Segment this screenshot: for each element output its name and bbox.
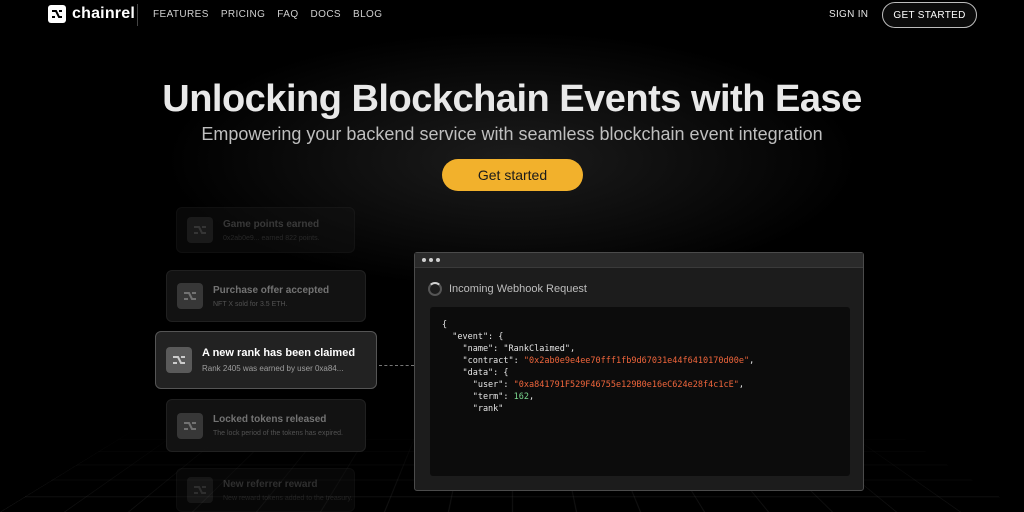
nav-link-faq[interactable]: FAQ xyxy=(277,9,298,20)
event-title: New referrer reward xyxy=(223,478,318,490)
event-title: Game points earned xyxy=(223,218,320,230)
webhook-payload: { "event": { "name": "RankClaimed", "con… xyxy=(430,307,850,476)
nav-divider xyxy=(137,4,138,26)
event-title: A new rank has been claimed xyxy=(202,347,356,359)
webhook-header: Incoming Webhook Request xyxy=(428,282,587,296)
event-icon xyxy=(177,283,203,309)
event-card: Game points earned 0x2ab0e9... earned 82… xyxy=(176,207,355,253)
event-description: New reward tokens added to the treasury. xyxy=(223,494,353,502)
event-icon xyxy=(187,217,213,243)
chainrel-logo-icon xyxy=(48,5,66,23)
event-card-active: A new rank has been claimed Rank 2405 wa… xyxy=(155,331,377,389)
hero-subtitle: Empowering your backend service with sea… xyxy=(201,124,823,144)
event-description: NFT X sold for 3.5 ETH. xyxy=(213,300,288,308)
event-title: Purchase offer accepted xyxy=(213,284,330,296)
event-icon xyxy=(177,412,203,439)
payload-user: 0xa841791F529F46755e129B0e16eC624e28f4c1… xyxy=(518,380,734,390)
event-icon xyxy=(166,347,192,373)
nav-link-features[interactable]: FEATURES xyxy=(153,9,209,20)
event-card: Purchase offer accepted NFT X sold for 3… xyxy=(166,270,366,322)
logo[interactable]: chainrel xyxy=(48,5,135,23)
event-description: 0x2ab0e9... earned 822 points. xyxy=(223,234,320,242)
webhook-window: Incoming Webhook Request { "event": { "n… xyxy=(414,252,864,491)
event-description: The lock period of the tokens has expire… xyxy=(213,430,343,437)
nav-get-started-button[interactable]: GET STARTED xyxy=(882,2,977,28)
payload-event-name: RankClaimed xyxy=(508,344,565,354)
window-dot-icon xyxy=(436,258,440,262)
sign-in-link[interactable]: SIGN IN xyxy=(829,9,868,20)
loading-spinner-icon xyxy=(428,282,442,296)
event-card: New referrer reward New reward tokens ad… xyxy=(176,468,355,512)
top-nav: chainrel FEATURES PRICING FAQ DOCS BLOG … xyxy=(0,0,1024,30)
payload-contract: 0x2ab0e9e4ee70fff1fb9d67031e44f6410170d0… xyxy=(529,356,744,366)
window-titlebar xyxy=(415,253,863,268)
nav-link-pricing[interactable]: PRICING xyxy=(221,9,265,20)
payload-term: 162 xyxy=(513,392,530,402)
connector-line xyxy=(379,365,414,366)
event-description: Rank 2405 was earned by user 0xa84... xyxy=(202,364,344,373)
event-icon xyxy=(187,477,213,503)
window-dot-icon xyxy=(422,258,426,262)
webhook-header-label: Incoming Webhook Request xyxy=(449,283,587,295)
event-card: Locked tokens released The lock period o… xyxy=(166,399,366,452)
event-title: Locked tokens released xyxy=(213,414,327,425)
hero-get-started-button[interactable]: Get started xyxy=(442,159,583,191)
window-dot-icon xyxy=(429,258,433,262)
hero-title: Unlocking Blockchain Events with Ease xyxy=(162,78,862,120)
nav-link-docs[interactable]: DOCS xyxy=(311,9,342,20)
logo-text: chainrel xyxy=(72,5,135,22)
nav-link-blog[interactable]: BLOG xyxy=(353,9,382,20)
nav-links: FEATURES PRICING FAQ DOCS BLOG xyxy=(153,9,382,20)
